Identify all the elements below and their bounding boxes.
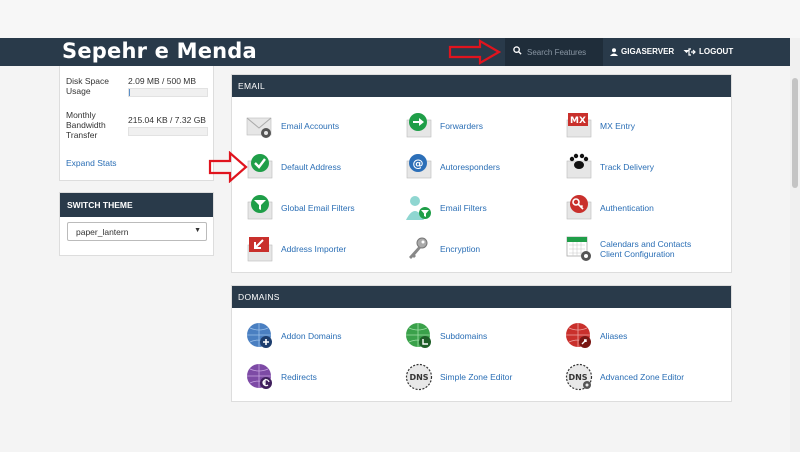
feature-email-filters[interactable]: Email Filters (405, 194, 487, 222)
track-delivery-icon (566, 153, 592, 179)
feature-forwarders[interactable]: Forwarders (405, 112, 483, 140)
feature-label: Forwarders (440, 121, 483, 131)
subdomains-icon (406, 323, 431, 348)
search-box[interactable] (505, 38, 603, 66)
feature-default-address[interactable]: Default Address (246, 153, 341, 181)
mx-entry-icon: MX (566, 113, 592, 138)
feature-label: Aliases (600, 331, 628, 341)
feature-track-delivery[interactable]: Track Delivery (565, 153, 654, 181)
addon-domains-icon (247, 323, 272, 348)
logout-icon (688, 47, 696, 56)
theme-select-value: paper_lantern (76, 227, 129, 237)
global-email-filters-icon (247, 195, 273, 220)
top-margin (0, 0, 800, 38)
domains-section: DOMAINS Addon Domains Subdomains Aliases (231, 285, 732, 402)
stats-panel: Disk Space Usage 2.09 MB / 500 MB Monthl… (59, 66, 214, 181)
brand-title[interactable]: Sepehr e Menda (62, 39, 257, 63)
email-filters-icon (406, 196, 431, 220)
top-navbar: Sepehr e Menda GIGASERVER LOGOUT (0, 38, 790, 66)
disk-usage-label: Disk Space Usage (66, 76, 109, 96)
redirects-icon (247, 364, 272, 389)
scrollbar-thumb[interactable] (792, 78, 798, 188)
annotation-arrow-default-address (208, 151, 248, 183)
feature-label: Default Address (281, 162, 342, 172)
feature-label: Subdomains (440, 331, 488, 341)
calendars-contacts-icon (566, 236, 591, 261)
expand-stats-link[interactable]: Expand Stats (66, 158, 117, 168)
feature-advanced-zone-editor[interactable]: DNS Advanced Zone Editor (565, 363, 684, 391)
feature-label: MX Entry (600, 121, 635, 131)
switch-theme-title: SWITCH THEME (60, 193, 213, 217)
feature-label: Authentication (600, 203, 654, 213)
aliases-icon (566, 323, 591, 348)
svg-text:@: @ (413, 157, 424, 170)
feature-label: Email Filters (440, 203, 487, 213)
user-label: GIGASERVER (621, 47, 675, 56)
feature-addon-domains[interactable]: Addon Domains (246, 322, 341, 350)
feature-label: Addon Domains (281, 331, 342, 341)
feature-label: Simple Zone Editor (440, 372, 513, 382)
switch-theme-panel: SWITCH THEME paper_lantern ▼ (59, 192, 214, 256)
feature-global-email-filters[interactable]: Global Email Filters (246, 194, 355, 222)
logout-label: LOGOUT (699, 47, 734, 56)
disk-usage-value: 2.09 MB / 500 MB (128, 76, 197, 86)
bandwidth-value: 215.04 KB / 7.32 GB (128, 115, 206, 125)
logout-button[interactable]: LOGOUT (688, 47, 733, 56)
feature-mx-entry[interactable]: MX MX Entry (565, 112, 635, 140)
feature-autoresponders[interactable]: @ Autoresponders (405, 153, 500, 181)
feature-address-importer[interactable]: Address Importer (246, 235, 346, 263)
address-importer-icon (247, 237, 273, 262)
forwarders-icon (406, 113, 432, 138)
feature-label: Advanced Zone Editor (600, 372, 685, 382)
feature-calendars-contacts[interactable]: Calendars and Contacts Client Configurat… (565, 235, 700, 263)
feature-authentication[interactable]: Authentication (565, 194, 654, 222)
dns-icon-text: DNS (409, 373, 428, 382)
feature-aliases[interactable]: Aliases (565, 322, 627, 350)
user-menu-button[interactable]: GIGASERVER (610, 47, 690, 56)
autoresponders-icon: @ (406, 154, 432, 179)
feature-email-accounts[interactable]: Email Accounts (246, 112, 339, 140)
search-icon (513, 46, 522, 55)
search-input[interactable] (527, 44, 601, 60)
feature-encryption[interactable]: Encryption (405, 235, 480, 263)
feature-label: Calendars and Contacts Client Configurat… (600, 239, 692, 259)
dns-icon-text: DNS (568, 373, 587, 382)
feature-label: Global Email Filters (281, 203, 355, 213)
feature-label: Email Accounts (281, 121, 340, 131)
bandwidth-bar (128, 127, 208, 136)
feature-label: Address Importer (281, 244, 347, 254)
simple-zone-editor-icon: DNS (405, 363, 433, 391)
domains-section-title: DOMAINS (232, 286, 731, 308)
bandwidth-label: Monthly Bandwidth Transfer (66, 110, 106, 140)
email-accounts-icon (246, 117, 272, 138)
feature-simple-zone-editor[interactable]: DNS Simple Zone Editor (405, 363, 512, 391)
feature-redirects[interactable]: Redirects (246, 363, 317, 391)
email-section: EMAIL Email Accounts Forwarders MX MX En… (231, 74, 732, 273)
annotation-arrow-search (448, 39, 502, 65)
default-address-icon (247, 154, 273, 179)
advanced-zone-editor-icon: DNS (565, 363, 593, 391)
disk-usage-bar (128, 88, 208, 97)
email-section-title: EMAIL (232, 75, 731, 97)
feature-label: Autoresponders (440, 162, 501, 172)
mx-icon-text: MX (570, 116, 586, 126)
feature-label: Redirects (281, 372, 317, 382)
feature-subdomains[interactable]: Subdomains (405, 322, 487, 350)
caret-down-icon: ▼ (194, 227, 201, 234)
feature-label: Track Delivery (600, 162, 654, 172)
authentication-icon (566, 195, 592, 220)
feature-label: Encryption (440, 244, 481, 254)
encryption-icon (409, 237, 428, 259)
user-icon (610, 47, 618, 56)
theme-select[interactable]: paper_lantern ▼ (67, 222, 207, 241)
